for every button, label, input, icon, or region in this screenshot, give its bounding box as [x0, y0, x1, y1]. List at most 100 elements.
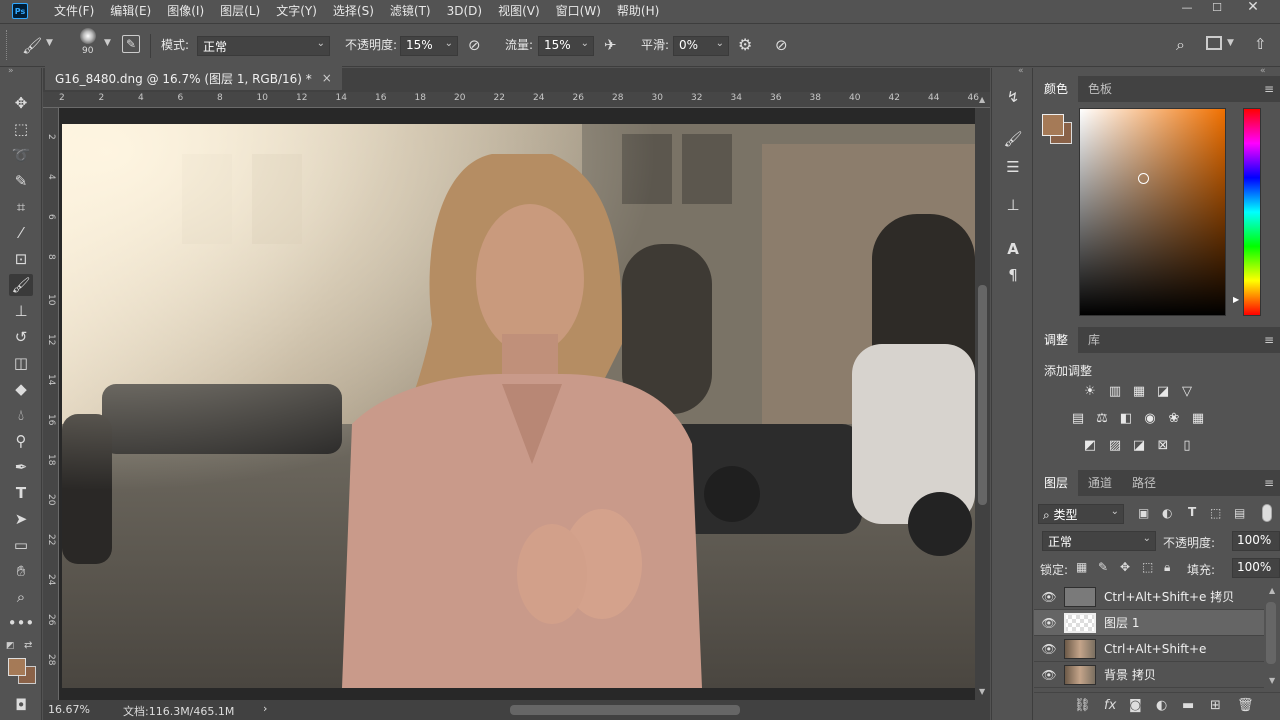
color-lookup-icon[interactable]: ▦ [1189, 411, 1207, 427]
hand-tool-icon[interactable]: ✋︎ [9, 560, 33, 582]
flow-input[interactable]: 15% ⌄ [538, 36, 594, 56]
collapse-icon[interactable]: » [8, 66, 14, 76]
threshold-icon[interactable]: ◪ [1130, 438, 1148, 454]
lasso-tool-icon[interactable]: ➰ [9, 144, 33, 166]
vertical-scroll-thumb[interactable] [978, 285, 987, 505]
rectangle-tool-icon[interactable]: ▭ [9, 534, 33, 556]
filter-adjustment-icon[interactable]: ◐ [1162, 506, 1172, 520]
selective-color-icon[interactable]: ⊠ [1154, 438, 1172, 454]
link-layers-icon[interactable]: ⛓ [1074, 698, 1091, 713]
lock-artboard-icon[interactable]: ⬚ [1142, 560, 1153, 574]
new-layer-icon[interactable]: ⊞ [1210, 698, 1221, 713]
gradient-map-icon[interactable]: ▯ [1178, 438, 1196, 454]
menu-select[interactable]: 选择(S) [325, 0, 382, 22]
color-picker-handle[interactable] [1138, 173, 1149, 184]
collapse-icon[interactable]: « [1018, 66, 1024, 76]
smoothing-input[interactable]: 0% ⌄ [673, 36, 729, 56]
scroll-down-icon[interactable]: ▼ [979, 687, 985, 696]
panel-menu-icon[interactable]: ≡ [1264, 82, 1274, 96]
marquee-tool-icon[interactable]: ⬚ [9, 118, 33, 140]
panel-menu-icon[interactable]: ≡ [1264, 333, 1274, 347]
lock-position-icon[interactable]: ✥ [1120, 560, 1130, 574]
color-field[interactable] [1079, 108, 1226, 316]
bucket-tool-icon[interactable]: ◆ [9, 378, 33, 400]
pressure-opacity-icon[interactable]: ⊘ [468, 36, 481, 54]
close-tab-icon[interactable]: × [322, 71, 332, 85]
mode-select[interactable]: 正常 ⌄ [197, 36, 330, 56]
close-icon[interactable]: ✕ [1236, 0, 1270, 15]
menu-window[interactable]: 窗口(W) [548, 0, 609, 22]
chevron-down-icon[interactable]: ▼ [46, 38, 53, 48]
search-icon[interactable]: ⌕ [1176, 35, 1185, 55]
frame-tool-icon[interactable]: ⊡ [9, 248, 33, 270]
brush-settings-icon[interactable]: ✎ [122, 35, 140, 53]
photo-filter-icon[interactable]: ◉ [1141, 411, 1159, 427]
menu-help[interactable]: 帮助(H) [609, 0, 667, 22]
workspace-icon[interactable] [1206, 36, 1222, 50]
invert-icon[interactable]: ◩ [1081, 438, 1099, 454]
eye-icon[interactable]: 👁︎ [1034, 616, 1064, 630]
brush-settings-icon[interactable]: 🖌︎ [1001, 128, 1025, 150]
more-tools-icon[interactable]: ••• [8, 612, 35, 634]
eraser-tool-icon[interactable]: ◫ [9, 352, 33, 374]
quick-mask-icon[interactable]: ◘ [9, 694, 33, 716]
add-mask-icon[interactable]: ◙ [1129, 698, 1142, 713]
foreground-color-swatch[interactable] [1042, 114, 1064, 136]
vibrance-icon[interactable]: ▽ [1178, 384, 1196, 400]
quick-select-tool-icon[interactable]: ✎ [9, 170, 33, 192]
paragraph-icon[interactable]: ¶ [1001, 264, 1025, 286]
ruler-horizontal[interactable]: 2 2 4 6 8 10 12 14 16 18 20 22 24 26 28 30 32 34 36 38 40 42 4… [43, 92, 990, 108]
color-balance-icon[interactable]: ⚖ [1093, 411, 1111, 427]
tab-adjustments[interactable]: 调整 [1034, 327, 1079, 353]
tab-paths[interactable]: 路径 [1122, 470, 1166, 496]
status-menu-arrow[interactable]: › [263, 702, 267, 715]
levels-icon[interactable]: ▥ [1106, 384, 1124, 400]
curves-icon[interactable]: ▦ [1130, 384, 1148, 400]
type-tool-icon[interactable]: T [9, 482, 33, 504]
panel-menu-icon[interactable]: ≡ [1264, 476, 1274, 490]
eyedropper-tool-icon[interactable]: ⁄ [9, 222, 33, 244]
tab-layers[interactable]: 图层 [1034, 470, 1079, 496]
layer-row[interactable]: 👁︎ 图层 1 [1034, 610, 1264, 636]
pen-tool-icon[interactable]: ✒ [9, 456, 33, 478]
maximize-icon[interactable]: ☐ [1200, 0, 1234, 14]
menu-view[interactable]: 视图(V) [490, 0, 548, 22]
history-icon[interactable]: ↯ [1001, 86, 1025, 108]
layer-row[interactable]: 👁︎ Ctrl+Alt+Shift+e 拷贝 [1034, 584, 1264, 610]
blur-tool-icon[interactable]: 💧︎ [9, 404, 33, 426]
layer-row[interactable]: 👁︎ 背景 拷贝 [1034, 662, 1264, 688]
horizontal-scroll-thumb[interactable] [510, 705, 740, 715]
swap-colors-icon[interactable]: ⇄ [24, 640, 32, 651]
scroll-up-icon[interactable]: ▲ [1269, 586, 1275, 595]
blend-mode-select[interactable]: 正常 ⌄ [1042, 531, 1156, 551]
menu-type[interactable]: 文字(Y) [268, 0, 325, 22]
lock-pixels-icon[interactable]: ✎ [1098, 560, 1108, 574]
exposure-icon[interactable]: ◪ [1154, 384, 1172, 400]
path-select-icon[interactable]: ➤ [9, 508, 33, 530]
fill-input[interactable]: 100% [1232, 558, 1280, 578]
filter-shape-icon[interactable]: ⬚ [1210, 506, 1221, 520]
tab-swatches[interactable]: 色板 [1078, 76, 1122, 102]
menu-edit[interactable]: 编辑(E) [102, 0, 159, 22]
gear-icon[interactable]: ⚙ [738, 35, 752, 54]
scroll-down-icon[interactable]: ▼ [1269, 676, 1275, 685]
black-white-icon[interactable]: ◧ [1117, 411, 1135, 427]
character-icon[interactable]: A [1001, 238, 1025, 260]
channel-mixer-icon[interactable]: ❀ [1165, 411, 1183, 427]
tab-color[interactable]: 颜色 [1034, 76, 1079, 102]
brush-preset-dropdown-icon[interactable]: ▼ [104, 38, 111, 48]
history-brush-icon[interactable]: ↺ [9, 326, 33, 348]
new-adjustment-icon[interactable]: ◐ [1156, 698, 1167, 713]
menu-filter[interactable]: 滤镜(T) [382, 0, 439, 22]
filter-toggle[interactable] [1262, 504, 1272, 522]
opacity-input[interactable]: 15% ⌄ [400, 36, 458, 56]
ruler-vertical[interactable]: 2 4 6 8 10 12 14 16 18 20 22 24 26 28 [43, 108, 59, 700]
eye-icon[interactable]: 👁︎ [1034, 642, 1064, 656]
zoom-level[interactable]: 16.67% [48, 703, 90, 716]
menu-3d[interactable]: 3D(D) [439, 0, 490, 22]
airbrush-icon[interactable]: ✈︎ [604, 36, 617, 54]
pressure-size-icon[interactable]: ⊘ [775, 36, 788, 54]
document-canvas[interactable] [62, 124, 975, 688]
eye-icon[interactable]: 👁︎ [1034, 590, 1064, 604]
menu-file[interactable]: 文件(F) [46, 0, 102, 22]
